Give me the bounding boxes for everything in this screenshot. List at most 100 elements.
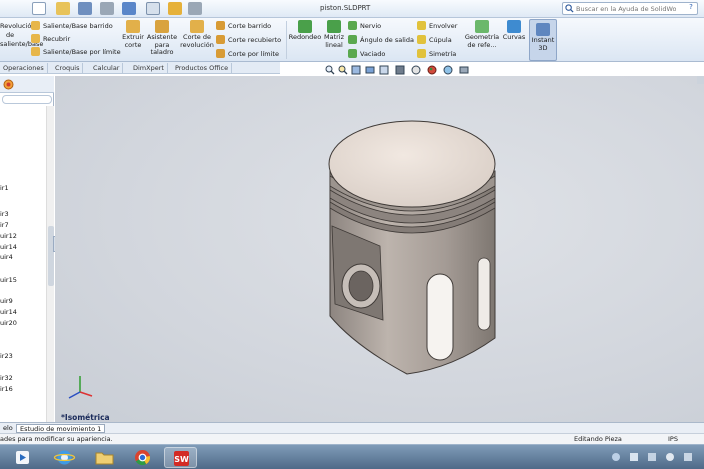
- lofted-cut-icon: [216, 35, 225, 44]
- axis-triad-icon: [68, 376, 93, 399]
- help-search-box[interactable]: ?: [562, 2, 698, 15]
- boundary-cut-button[interactable]: Corte por límite: [216, 48, 279, 60]
- undo-icon[interactable]: [122, 2, 136, 15]
- draft-button[interactable]: Ángulo de salida: [348, 34, 414, 46]
- draft-icon: [348, 35, 357, 44]
- display-style-icon[interactable]: [395, 65, 405, 75]
- loft-boss-button[interactable]: Recubrir: [31, 33, 70, 45]
- display-manager-icon[interactable]: [3, 79, 14, 90]
- internet-explorer-icon: [53, 450, 76, 465]
- tree-item[interactable]: uir15: [0, 276, 17, 284]
- tree-scrollbar[interactable]: [46, 106, 54, 422]
- linear-pattern-button[interactable]: Matriz lineal: [322, 20, 346, 49]
- mirror-icon: [417, 49, 426, 58]
- extruded-cut-button[interactable]: Extruir corte: [118, 20, 148, 49]
- feature-manager-panel: ir1 ir3 ir7 uir12 uir14 uir4 uir15 uir9 uir14 uir…: [0, 76, 54, 422]
- tree-item[interactable]: ir32: [0, 374, 13, 382]
- tree-item[interactable]: uir12: [0, 232, 17, 240]
- tree-item[interactable]: ir1: [0, 184, 9, 192]
- fillet-button[interactable]: Redondeo: [288, 20, 322, 42]
- tray-battery-icon[interactable]: [648, 453, 656, 461]
- command-manager-ribbon: Revolución de saliente/base Saliente/Bas…: [0, 18, 704, 62]
- curves-icon: [507, 20, 521, 33]
- file-explorer-button[interactable]: [88, 447, 121, 468]
- boundary-cut-icon: [216, 49, 225, 58]
- media-player-button[interactable]: [6, 447, 39, 468]
- title-bar: piston.SLDPRT ?: [0, 0, 704, 18]
- status-bar: ades para modificar su apariencia. Edita…: [0, 433, 704, 444]
- scrollbar-thumb[interactable]: [48, 226, 54, 286]
- mirror-button[interactable]: Simetría: [417, 48, 456, 60]
- piston-model[interactable]: [55, 76, 704, 422]
- revolved-cut-button[interactable]: Corte de revolución: [180, 20, 214, 49]
- tree-item[interactable]: uir9: [0, 297, 13, 305]
- tree-item[interactable]: uir14: [0, 243, 17, 251]
- tab-model[interactable]: elo: [0, 424, 17, 433]
- rib-button[interactable]: Nervio: [348, 20, 381, 32]
- tray-volume-icon[interactable]: [666, 453, 674, 461]
- tree-filter-input[interactable]: [2, 95, 52, 104]
- view-orientation-icon[interactable]: [379, 65, 389, 75]
- tray-language-icon[interactable]: [684, 453, 692, 461]
- dome-button[interactable]: Cúpula: [417, 34, 452, 46]
- tab-dimxpert[interactable]: DimXpert: [130, 63, 168, 73]
- swept-cut-button[interactable]: Corte barrido: [216, 20, 271, 32]
- wrap-button[interactable]: Envolver: [417, 20, 457, 32]
- tree-item[interactable]: ir16: [0, 385, 13, 393]
- zoom-to-fit-icon[interactable]: [325, 65, 335, 75]
- help-icon[interactable]: ?: [686, 3, 696, 14]
- linear-pattern-icon: [327, 20, 341, 33]
- chrome-button[interactable]: [126, 447, 159, 468]
- solidworks-button[interactable]: SW: [164, 447, 197, 468]
- dome-icon: [417, 35, 426, 44]
- section-view-icon[interactable]: [365, 65, 375, 75]
- curves-button[interactable]: Curvas: [500, 20, 528, 42]
- search-input[interactable]: [576, 4, 676, 14]
- boundary-boss-button[interactable]: Saliente/Base por límite: [31, 46, 121, 58]
- lofted-cut-button[interactable]: Corte recubierto: [216, 34, 281, 46]
- swept-boss-button[interactable]: Saliente/Base barrido: [31, 20, 113, 32]
- print-icon[interactable]: [100, 2, 114, 15]
- swept-cut-icon: [216, 21, 225, 30]
- new-document-icon[interactable]: [32, 2, 46, 15]
- tab-office-products[interactable]: Productos Office: [172, 63, 233, 73]
- wrap-icon: [417, 21, 426, 30]
- hole-wizard-icon: [155, 20, 169, 33]
- hide-show-items-icon[interactable]: [411, 65, 421, 75]
- model-tabs: elo Estudio de movimiento 1: [0, 422, 704, 433]
- edit-appearance-icon[interactable]: [427, 65, 437, 75]
- view-settings-icon[interactable]: [459, 65, 469, 75]
- previous-view-icon[interactable]: [351, 65, 361, 75]
- panel-tabs: [0, 76, 54, 93]
- tab-features[interactable]: Operaciones: [0, 63, 48, 73]
- tray-flag-icon[interactable]: [630, 453, 638, 461]
- shell-button[interactable]: Vaciado: [348, 48, 385, 60]
- select-icon[interactable]: [146, 2, 160, 15]
- solidworks-icon: SW: [174, 451, 189, 466]
- open-icon[interactable]: [56, 2, 70, 15]
- tray-network-icon[interactable]: [612, 453, 620, 461]
- tree-item[interactable]: ir7: [0, 221, 9, 229]
- loft-boss-icon: [31, 34, 40, 43]
- svg-text:SW: SW: [174, 455, 189, 464]
- save-icon[interactable]: [78, 2, 92, 15]
- apply-scene-icon[interactable]: [443, 65, 453, 75]
- tree-item[interactable]: uir4: [0, 253, 13, 261]
- internet-explorer-button[interactable]: [48, 447, 81, 468]
- zoom-to-area-icon[interactable]: [338, 65, 348, 75]
- tree-item[interactable]: uir20: [0, 319, 17, 327]
- graphics-area[interactable]: *Isométrica: [55, 76, 704, 422]
- rebuild-icon[interactable]: [168, 2, 182, 15]
- tree-item[interactable]: uir14: [0, 308, 17, 316]
- hole-wizard-button[interactable]: Asistente para taladro: [146, 20, 178, 57]
- tab-sketch[interactable]: Croquis: [52, 63, 84, 73]
- options-icon[interactable]: [188, 2, 202, 15]
- instant-3d-button[interactable]: Instant 3D: [529, 19, 557, 61]
- extruded-cut-icon: [126, 20, 140, 33]
- reference-geometry-button[interactable]: Geometría de refe...: [464, 20, 500, 49]
- tree-item[interactable]: ir3: [0, 210, 9, 218]
- tree-item[interactable]: ir23: [0, 352, 13, 360]
- tab-evaluate[interactable]: Calcular: [90, 63, 124, 73]
- tab-motion-study[interactable]: Estudio de movimiento 1: [16, 424, 106, 433]
- ribbon-separator: [286, 21, 287, 59]
